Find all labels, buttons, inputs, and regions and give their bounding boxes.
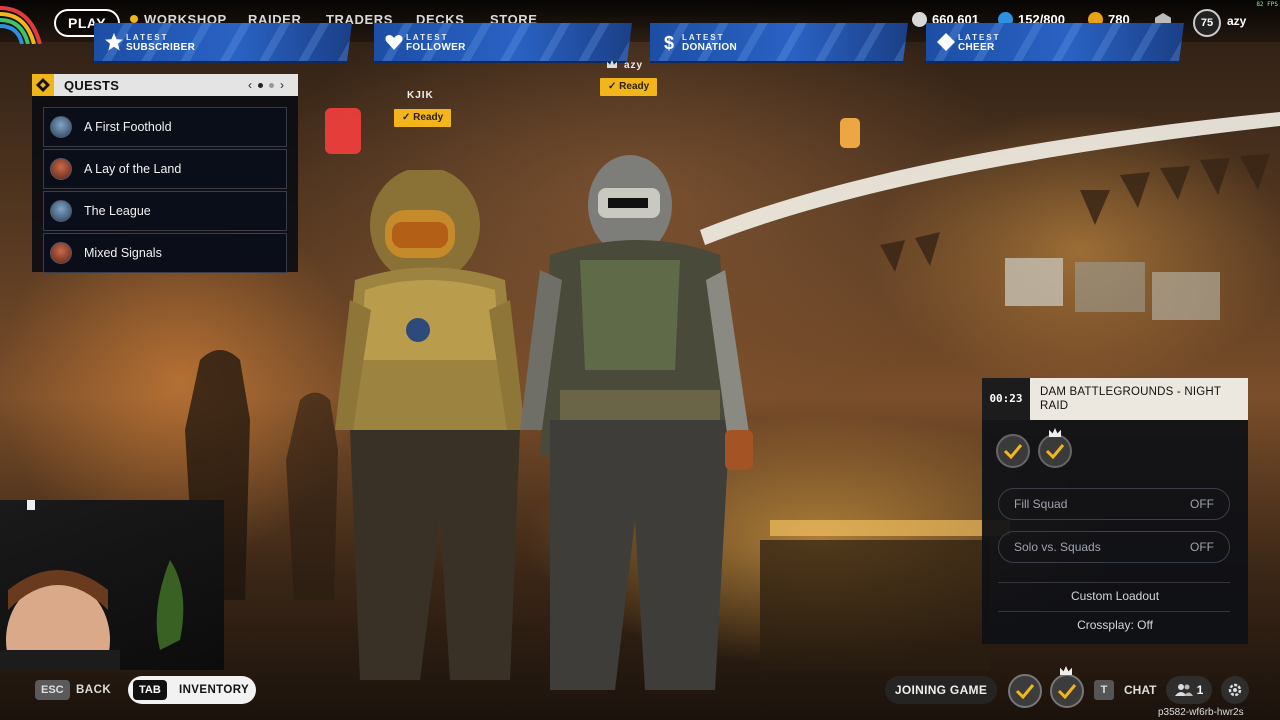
chat-key: T xyxy=(1094,680,1114,700)
username[interactable]: azy xyxy=(1227,14,1246,28)
red-light xyxy=(325,108,361,154)
quest-diamond-icon xyxy=(32,74,54,96)
divider xyxy=(998,582,1230,583)
mic-indicator xyxy=(27,500,35,510)
ready-badge-kjik: ✓ Ready xyxy=(394,109,452,127)
dollar-icon: $ xyxy=(664,33,674,52)
quest-item[interactable]: The League xyxy=(43,191,287,231)
quest-item[interactable]: A Lay of the Land xyxy=(43,149,287,189)
matchmaking-panel: 00:23 DAM BATTLEGROUNDS - NIGHT RAID Fil… xyxy=(982,378,1248,644)
player-name-azy: azy xyxy=(624,60,644,71)
fill-squad-toggle[interactable]: Fill Squad OFF xyxy=(998,488,1230,520)
custom-loadout-button[interactable]: Custom Loadout xyxy=(982,589,1248,603)
squad-member-ready-1 xyxy=(996,434,1030,468)
fps-counter: 82 FPS xyxy=(1256,1,1278,8)
map-name: DAM BATTLEGROUNDS - NIGHT RAID xyxy=(1040,386,1221,412)
quests-panel: QUESTS ‹ › A First Foothold A Lay of the… xyxy=(32,74,298,275)
quests-pager: ‹ › xyxy=(248,78,284,92)
squad-ready-check-2 xyxy=(1050,674,1084,708)
quest-list: A First Foothold A Lay of the Land The L… xyxy=(43,107,287,275)
crossplay-setting[interactable]: Crossplay: Off xyxy=(982,618,1248,632)
quests-title: QUESTS xyxy=(64,77,120,93)
raider-character-visor-suit xyxy=(520,155,753,690)
diamond-icon xyxy=(937,33,955,51)
rainbow-stripe-logo xyxy=(0,6,42,44)
matchmaking-header: 00:23 DAM BATTLEGROUNDS - NIGHT RAID xyxy=(982,378,1248,420)
gear-icon xyxy=(1228,683,1242,697)
joining-game-status: JOINING GAME xyxy=(885,676,997,704)
back-button[interactable]: BACK xyxy=(76,684,111,696)
squad-ready-check-1 xyxy=(1008,674,1042,708)
raider-character-gold-suit xyxy=(335,170,525,680)
quests-header: QUESTS ‹ › xyxy=(32,74,298,96)
squad-member-ready-2 xyxy=(1038,434,1072,468)
divider xyxy=(998,611,1230,612)
quest-item[interactable]: A First Foothold xyxy=(43,107,287,147)
chevron-right-icon[interactable]: › xyxy=(280,78,284,92)
friends-button[interactable]: 1 xyxy=(1166,676,1212,704)
matchmaking-timer: 00:23 xyxy=(982,378,1030,420)
banner-latest-donation: $ LATEST DONATION xyxy=(650,23,908,63)
banner-latest-cheer: LATEST CHEER xyxy=(926,23,1184,63)
ready-badge-azy: ✓ Ready xyxy=(600,78,658,96)
quest-giver-avatar xyxy=(50,200,72,222)
player-name-kjik: KJIK xyxy=(407,90,434,101)
star-icon xyxy=(105,33,123,51)
tab-key: TAB xyxy=(133,680,167,700)
esc-key[interactable]: ESC xyxy=(35,680,70,700)
player-level-badge[interactable]: 75 xyxy=(1193,9,1221,37)
settings-button[interactable] xyxy=(1221,676,1249,704)
friends-icon xyxy=(1174,684,1193,696)
quest-giver-avatar xyxy=(50,158,72,180)
page-dot-active xyxy=(258,82,263,88)
chat-button[interactable]: CHAT xyxy=(1124,683,1156,697)
banner-latest-follower: LATEST FOLLOWER xyxy=(374,23,632,63)
quest-item[interactable]: Mixed Signals xyxy=(43,233,287,273)
chevron-left-icon[interactable]: ‹ xyxy=(248,78,252,92)
solo-vs-squads-toggle[interactable]: Solo vs. Squads OFF xyxy=(998,531,1230,563)
svg-text:$: $ xyxy=(664,33,674,52)
webcam-overlay xyxy=(0,500,224,670)
banner-latest-subscriber: LATEST SUBSCRIBER xyxy=(94,23,352,63)
solo-vs-squads-value: OFF xyxy=(1190,540,1214,554)
heart-icon xyxy=(385,35,403,50)
page-dot xyxy=(269,82,274,88)
fill-squad-value: OFF xyxy=(1190,497,1214,511)
quest-giver-avatar xyxy=(50,116,72,138)
workshop-dot-icon xyxy=(130,15,138,23)
inventory-label: INVENTORY xyxy=(179,684,250,696)
quest-giver-avatar xyxy=(50,242,72,264)
leader-crown-icon xyxy=(1049,428,1061,437)
coin-icon xyxy=(912,12,927,27)
session-id: p3582-wf6rb-hwr2s xyxy=(1158,707,1244,718)
